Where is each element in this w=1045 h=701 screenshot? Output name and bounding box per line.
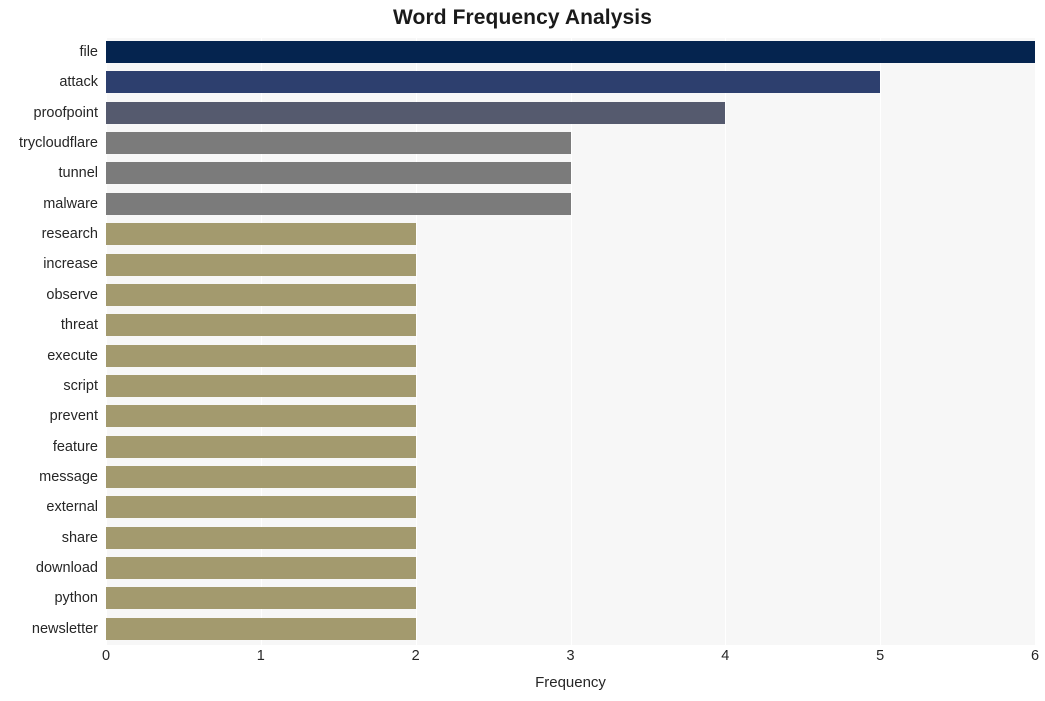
bar-row[interactable] xyxy=(106,159,1035,187)
y-axis-tick-label: observe xyxy=(46,286,98,303)
y-axis-tick-label: download xyxy=(35,559,98,576)
y-axis-tick-label: script xyxy=(63,377,98,394)
bar[interactable] xyxy=(106,253,416,276)
bar[interactable] xyxy=(106,617,416,640)
x-gridline xyxy=(1035,38,1036,645)
y-axis-tick-label: newsletter xyxy=(31,620,98,637)
bar[interactable] xyxy=(106,344,416,367)
bar[interactable] xyxy=(106,557,416,580)
bar[interactable] xyxy=(106,223,416,246)
y-axis-tick-label: threat xyxy=(60,317,98,334)
y-axis-tick-label: execute xyxy=(47,347,98,364)
bar-row[interactable] xyxy=(106,220,1035,248)
bar-row[interactable] xyxy=(106,402,1035,430)
x-axis-tick-label: 5 xyxy=(876,648,885,664)
y-axis-tick-label: proofpoint xyxy=(33,104,99,121)
x-axis-tick-label: 3 xyxy=(566,648,575,664)
x-axis-tick-label: 6 xyxy=(1030,648,1040,664)
x-axis-tick-label: 2 xyxy=(411,648,420,664)
x-axis-title: Frequency xyxy=(535,674,606,691)
bar-row[interactable] xyxy=(106,250,1035,278)
bar[interactable] xyxy=(106,283,416,306)
bar[interactable] xyxy=(106,435,416,458)
bar[interactable] xyxy=(106,374,416,397)
bar[interactable] xyxy=(106,405,416,428)
x-axis-tick-label: 0 xyxy=(101,648,111,664)
bar[interactable] xyxy=(106,496,416,519)
bar[interactable] xyxy=(106,526,416,549)
y-axis-tick-label: attack xyxy=(59,74,98,91)
y-axis-tick-label: increase xyxy=(43,256,98,273)
bar-row[interactable] xyxy=(106,493,1035,521)
bar-row[interactable] xyxy=(106,524,1035,552)
x-axis-tick-label: 4 xyxy=(721,648,730,664)
y-axis-tick-label: external xyxy=(46,499,98,516)
bar[interactable] xyxy=(106,162,571,185)
y-axis-tick-label: research xyxy=(41,226,98,243)
y-axis-tick-label: prevent xyxy=(49,408,98,425)
bar-row[interactable] xyxy=(106,99,1035,127)
bar[interactable] xyxy=(106,41,1035,64)
bar-row[interactable] xyxy=(106,615,1035,643)
bar-row[interactable] xyxy=(106,342,1035,370)
bar[interactable] xyxy=(106,314,416,337)
x-axis-tick-label: 1 xyxy=(256,648,265,664)
bar-row[interactable] xyxy=(106,433,1035,461)
y-axis-tick-label: tunnel xyxy=(58,165,98,182)
bar-row[interactable] xyxy=(106,68,1035,96)
x-axis-tick-labels: 0 1 2 3 4 5 6 xyxy=(0,648,1045,672)
bar-row[interactable] xyxy=(106,38,1035,66)
bar[interactable] xyxy=(106,192,571,215)
y-axis-tick-label: trycloudflare xyxy=(19,135,98,152)
bar-row[interactable] xyxy=(106,311,1035,339)
bar[interactable] xyxy=(106,101,726,124)
word-frequency-chart: Word Frequency Analysis file attack proofp… xyxy=(0,0,1045,701)
bar-row[interactable] xyxy=(106,554,1035,582)
y-axis-tick-label: malware xyxy=(43,195,98,212)
bar-row[interactable] xyxy=(106,372,1035,400)
y-axis-tick-label: file xyxy=(79,44,98,60)
bar-row[interactable] xyxy=(106,584,1035,612)
bar-row[interactable] xyxy=(106,463,1035,491)
y-axis-tick-label: share xyxy=(61,529,98,546)
bars-layer xyxy=(106,38,1035,645)
bar-row[interactable] xyxy=(106,129,1035,157)
bar[interactable] xyxy=(106,132,571,155)
bar-row[interactable] xyxy=(106,281,1035,309)
y-axis-tick-label: message xyxy=(39,468,98,485)
y-axis-tick-labels: file attack proofpoint trycloudflare tunnel m… xyxy=(0,38,98,645)
bar[interactable] xyxy=(106,465,416,488)
bar-row[interactable] xyxy=(106,190,1035,218)
y-axis-tick-label: python xyxy=(54,590,98,607)
y-axis-tick-label: feature xyxy=(52,438,98,455)
bar[interactable] xyxy=(106,71,881,94)
chart-title: Word Frequency Analysis xyxy=(392,6,653,29)
bar[interactable] xyxy=(106,587,416,610)
